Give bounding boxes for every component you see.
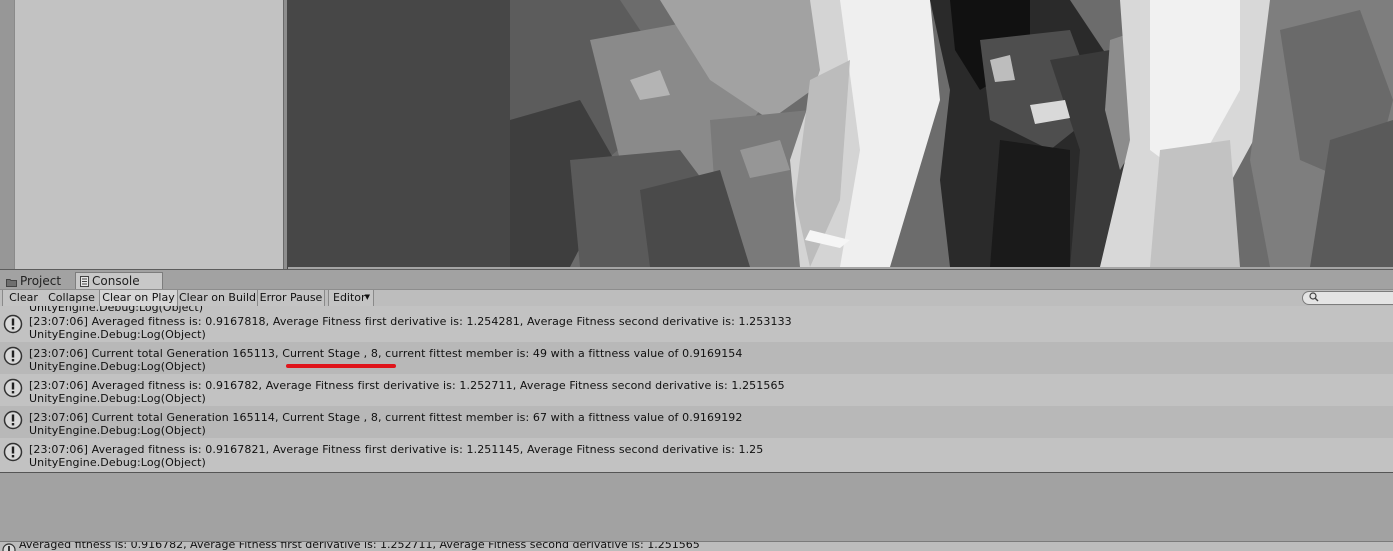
error-pause-toggle[interactable]: Error Pause: [258, 290, 325, 306]
log-stack: UnityEngine.Debug:Log(Object): [29, 392, 206, 405]
clear-on-play-toggle[interactable]: Clear on Play: [100, 290, 178, 306]
console-search-input[interactable]: [1302, 291, 1393, 305]
collapse-toggle[interactable]: Collapse: [44, 290, 100, 306]
log-message: [23:07:06] Averaged fitness is: 0.916782…: [29, 379, 785, 392]
bottom-tab-bar: Project Console: [0, 269, 1393, 291]
tab-console-label: Console: [92, 274, 140, 288]
clear-button[interactable]: Clear: [2, 290, 45, 306]
log-info-icon: [3, 314, 23, 337]
log-message: [23:07:06] Averaged fitness is: 0.916782…: [29, 443, 764, 456]
hierarchy-panel[interactable]: [15, 0, 284, 269]
editor-dropdown-label: Editor: [333, 291, 366, 304]
log-entry[interactable]: [23:07:06] Averaged fitness is: 0.916782…: [0, 374, 1393, 406]
log-entry[interactable]: [23:07:06] Current total Generation 1651…: [0, 342, 1393, 374]
log-stack: UnityEngine.Debug:Log(Object): [29, 360, 206, 373]
evolved-painting-image: [510, 0, 1393, 267]
log-stack: UnityEngine.Debug:Log(Object): [29, 328, 206, 341]
editor-top-area: [0, 0, 1393, 269]
game-view-background: [288, 0, 510, 267]
log-entry[interactable]: [23:07:06] Averaged fitness is: 0.916781…: [0, 310, 1393, 342]
log-stack: UnityEngine.Debug:Log(Object): [29, 456, 206, 469]
search-icon: [1309, 292, 1319, 305]
log-entry[interactable]: [23:07:06] Current total Generation 1651…: [0, 406, 1393, 438]
log-info-icon: [3, 346, 23, 369]
log-message: [23:07:06] Averaged fitness is: 0.916781…: [29, 315, 792, 328]
log-info-icon: [3, 442, 23, 465]
console-log-list[interactable]: UnityEngine.Debug:Log(Object) [23:07:06]…: [0, 306, 1393, 473]
editor-dropdown[interactable]: Editor ▼: [328, 290, 374, 306]
log-message: [23:07:06] Current total Generation 1651…: [29, 411, 743, 424]
console-toolbar: Clear Collapse Clear on Play Clear on Bu…: [0, 289, 1393, 307]
log-entry[interactable]: [23:07:06] Averaged fitness is: 0.916782…: [0, 438, 1393, 470]
left-edge-strip: [0, 0, 15, 269]
game-view[interactable]: [288, 0, 1393, 267]
red-underline-annotation: [286, 364, 396, 368]
clear-on-build-toggle[interactable]: Clear on Build: [178, 290, 258, 306]
tab-project-label: Project: [20, 274, 62, 288]
log-detail-area[interactable]: [0, 473, 1393, 541]
dropdown-arrow-icon: ▼: [364, 293, 370, 301]
log-info-icon: [3, 410, 23, 433]
log-stack: UnityEngine.Debug:Log(Object): [29, 424, 206, 437]
log-message: [23:07:06] Current total Generation 1651…: [29, 347, 743, 360]
tab-project[interactable]: Project: [2, 273, 74, 290]
log-info-icon: [3, 378, 23, 401]
